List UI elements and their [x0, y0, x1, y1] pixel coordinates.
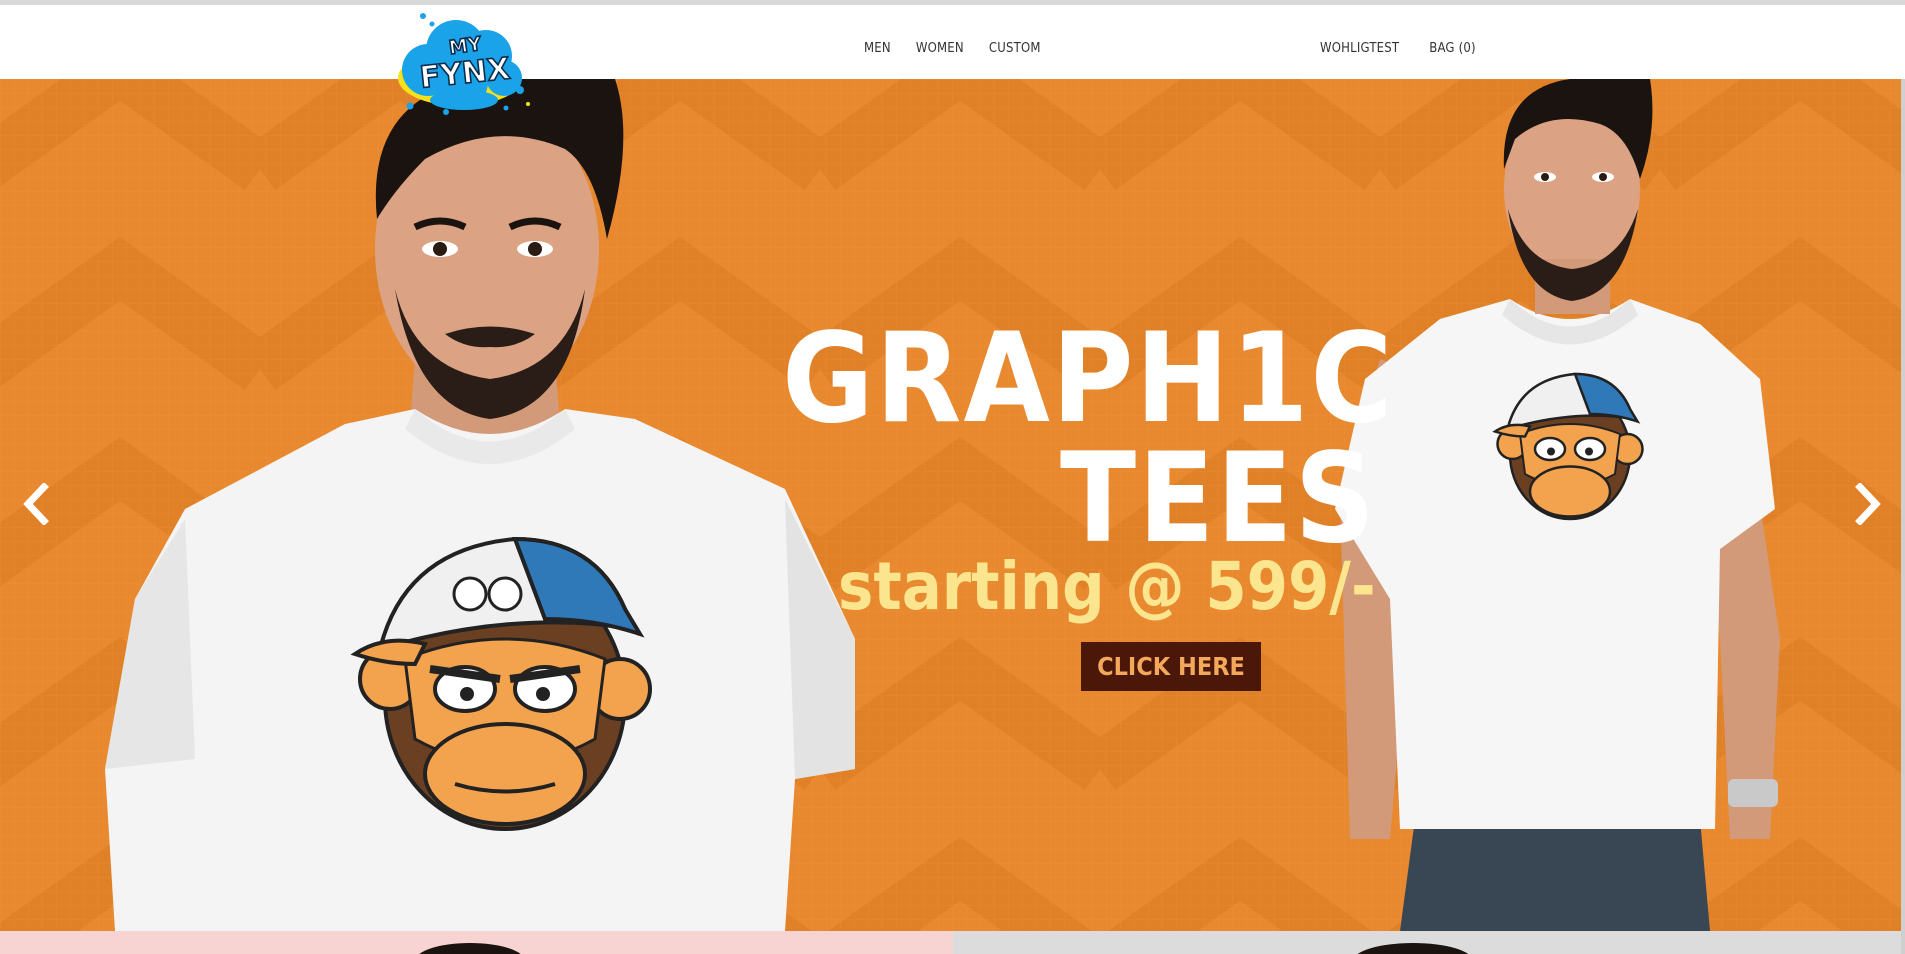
nav-link-bag[interactable]: BAG (0) — [1429, 41, 1476, 56]
main-nav: MEN WOMEN CUSTOM — [864, 41, 1041, 56]
fynx-logo-icon: MY FYNX — [398, 13, 530, 115]
model-photo-left — [95, 79, 875, 931]
brand-logo[interactable]: MY FYNX — [388, 8, 540, 120]
chevron-right-icon — [1855, 483, 1881, 525]
page-scrollbar[interactable] — [1901, 79, 1905, 954]
hero-headline-line2: TEES — [1060, 427, 1377, 571]
model-right-illustration — [1335, 79, 1780, 931]
promo-tile-right-image — [1357, 943, 1469, 954]
nav-link-wishlist[interactable]: WOHLIGTEST — [1320, 41, 1399, 56]
promo-tile-right[interactable] — [953, 931, 1901, 954]
nav-link-custom[interactable]: CUSTOM — [989, 41, 1041, 56]
hero-price-subline: starting @ 599/- — [838, 548, 1376, 625]
promo-tile-left-image — [419, 943, 521, 954]
nav-link-men[interactable]: MEN — [864, 41, 891, 56]
nav-link-women[interactable]: WOMEN — [916, 41, 964, 56]
hero-headline-line1: GRAPH1C — [782, 307, 1395, 451]
model-left-illustration — [105, 79, 855, 931]
promo-tile-left[interactable] — [0, 931, 953, 954]
account-nav: WOHLIGTEST BAG (0) — [1320, 41, 1476, 56]
click-here-button[interactable]: CLICK HERE — [1081, 642, 1261, 691]
carousel-next-button[interactable] — [1848, 479, 1888, 529]
model-photo-right — [1320, 79, 1790, 931]
carousel-prev-button[interactable] — [16, 479, 56, 529]
site-header: MEN WOMEN CUSTOM WOHLIGTEST BAG (0) — [0, 5, 1905, 79]
chevron-left-icon — [23, 483, 49, 525]
hero-carousel: GRAPH1C TEES starting @ 599/- CLICK HERE — [0, 79, 1905, 931]
